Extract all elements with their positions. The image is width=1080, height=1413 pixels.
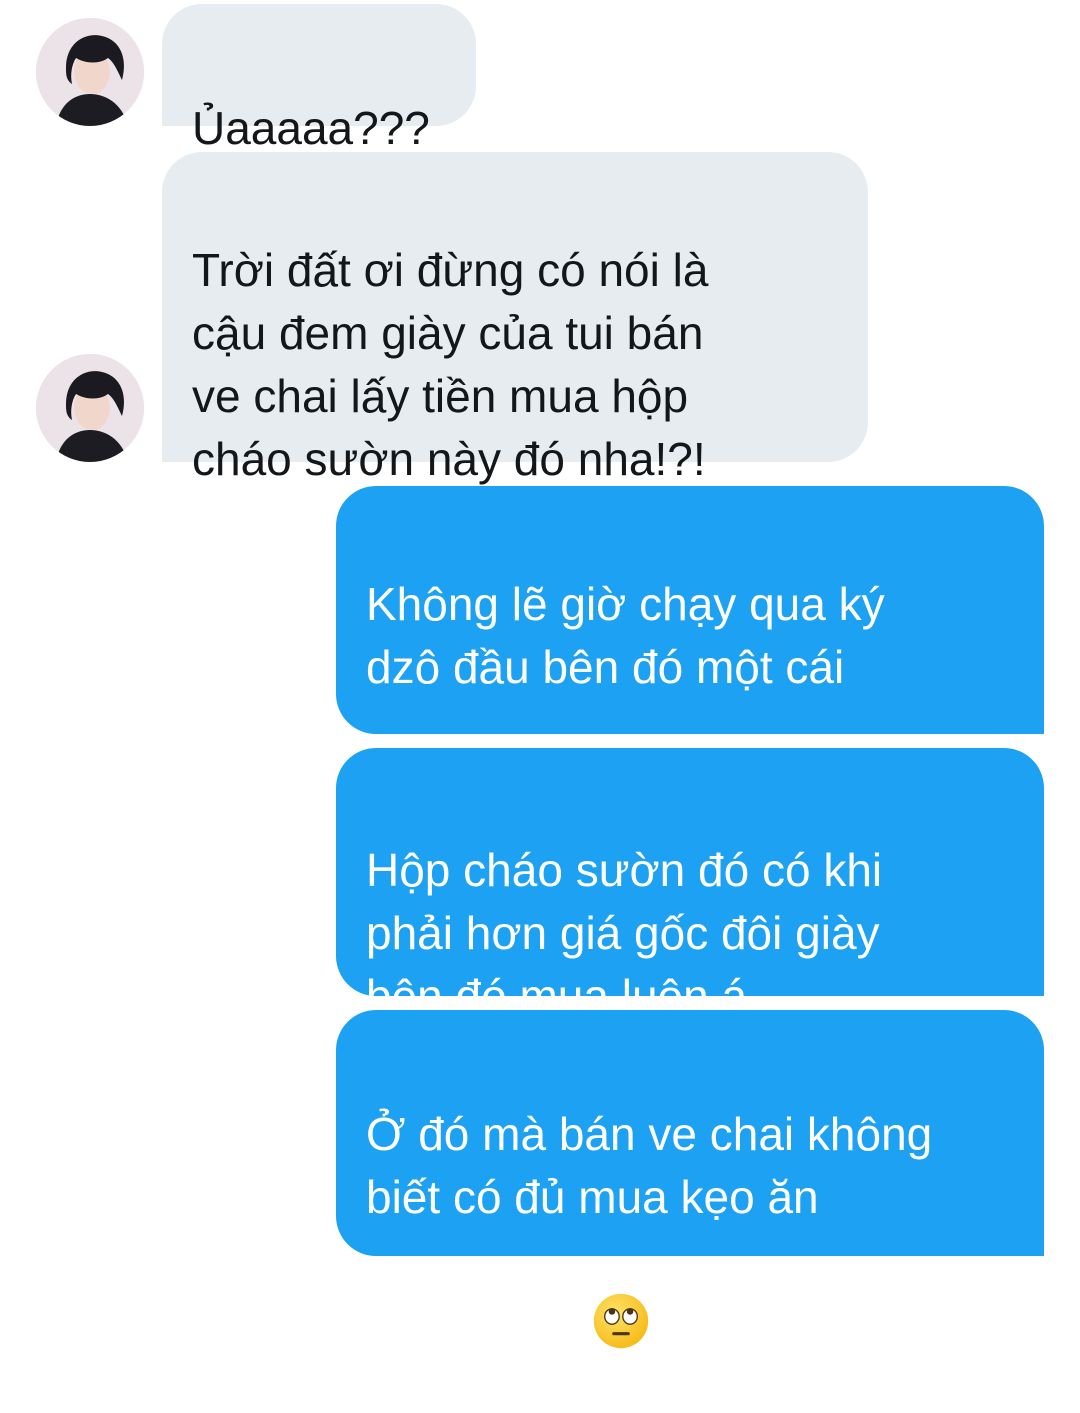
avatar-photo-icon bbox=[36, 354, 144, 462]
message-bubble-outgoing: Hộp cháo sườn đó có khi phải hơn giá gốc… bbox=[336, 748, 1044, 1022]
message-text: Ủaaaaa??? bbox=[192, 102, 430, 154]
face-with-rolling-eyes-emoji bbox=[592, 1229, 650, 1349]
message-bubble-incoming: Trời đất ơi đừng có nói là cậu đem giày … bbox=[162, 152, 868, 485]
message-bubble-outgoing: Không lẽ giờ chạy qua ký dzô đầu bên đó … bbox=[336, 486, 1044, 869]
avatar-photo-icon bbox=[36, 18, 144, 126]
message-bubble-incoming: Ủaaaaa??? bbox=[162, 4, 476, 154]
sender-avatar[interactable] bbox=[36, 18, 144, 126]
message-text: Hộp cháo sườn đó có khi phải hơn giá gốc… bbox=[366, 844, 883, 1022]
message-text: Trời đất ơi đừng có nói là cậu đem giày … bbox=[192, 244, 709, 485]
sender-avatar[interactable] bbox=[36, 354, 144, 462]
message-bubble-outgoing: Ở đó mà bán ve chai không biết có đủ mua… bbox=[336, 1010, 1044, 1399]
